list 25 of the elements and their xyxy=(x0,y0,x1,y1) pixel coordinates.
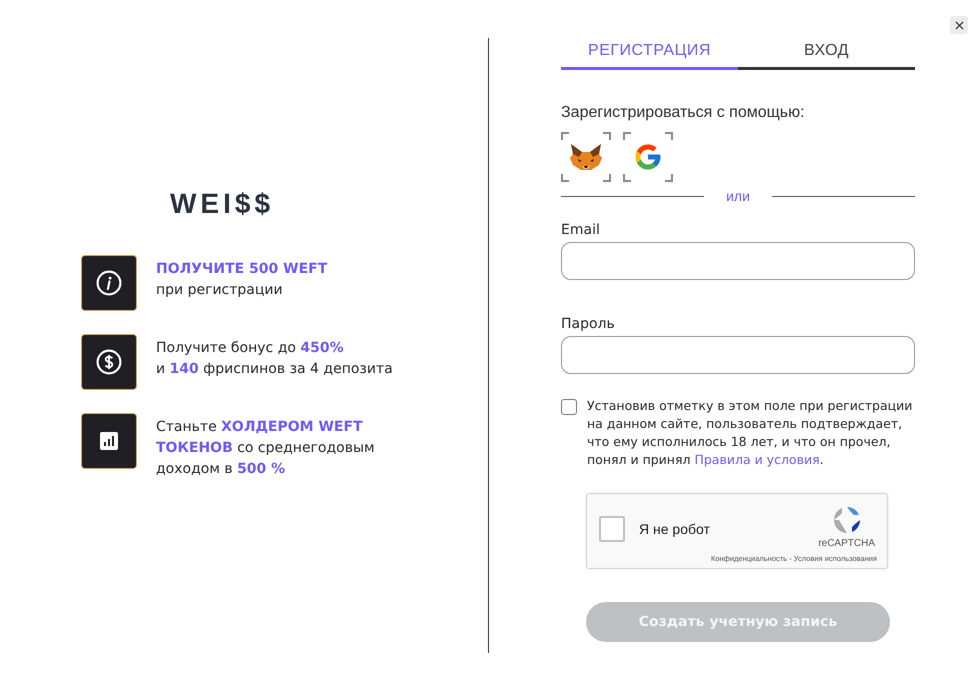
input-field[interactable] xyxy=(561,336,915,374)
tab[interactable]: ВХОД xyxy=(738,38,915,70)
recaptcha-label: reCAPTCHA xyxy=(818,538,875,549)
field-label: Пароль xyxy=(561,316,616,332)
chart-icon xyxy=(82,414,136,468)
tab[interactable]: РЕГИСТРАЦИЯ xyxy=(561,38,738,70)
google-icon xyxy=(633,142,663,172)
info-icon xyxy=(82,256,136,310)
captcha-label: Я не робот xyxy=(639,521,710,537)
input-field[interactable] xyxy=(561,242,915,280)
divider-text: или xyxy=(726,188,750,204)
dollar-icon xyxy=(82,335,136,389)
captcha-checkbox[interactable] xyxy=(599,516,625,542)
terms-link[interactable]: Правила и условия xyxy=(694,452,820,467)
feature-text: ПОЛУЧИТЕ 500 WEFT при регистрации xyxy=(156,260,328,300)
close-icon xyxy=(954,20,964,30)
feature-text: Станьте ХОЛДЕРОМ WEFT ТОКЕНОВ со среднегодовым доходом в 500 % xyxy=(156,418,376,479)
field-label: Email xyxy=(561,222,601,238)
logo: WEI$$ xyxy=(170,187,276,221)
feature-text: Получите бонус до 450% и 140 фриспинов за 4 депозита xyxy=(156,339,394,379)
terms-text: Установив отметку в этом поле при регистрации на данном сайте, пользователь подтверждает, что ему исполнилось 18 лет, и что он прочел, понял и принял Правила и условия. xyxy=(587,397,914,469)
social-label: Зарегистрироваться с помощью: xyxy=(561,104,806,122)
close-button[interactable] xyxy=(950,16,968,34)
fox-icon xyxy=(569,142,603,172)
checkbox[interactable] xyxy=(561,399,577,415)
